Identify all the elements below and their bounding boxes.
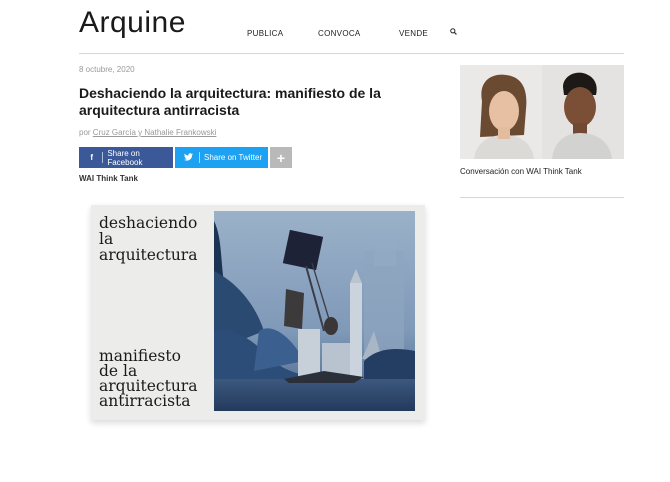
site-logo[interactable]: Arquine <box>79 6 186 40</box>
button-separator <box>102 152 104 163</box>
nav-publica[interactable]: PUBLICA <box>247 29 283 38</box>
nav-vende[interactable]: VENDE <box>399 29 428 38</box>
byline-prefix: por <box>79 128 91 137</box>
nav-convoca[interactable]: CONVOCA <box>318 29 361 38</box>
sidebar-photo[interactable] <box>460 65 624 159</box>
header-divider <box>79 53 624 54</box>
author-link[interactable]: Cruz García y Nathalie Frankowski <box>93 128 217 137</box>
cover-line: la <box>99 230 114 248</box>
cover-artwork <box>214 211 415 411</box>
article-title: Deshaciendo la arquitectura: manifiesto … <box>79 85 381 118</box>
article-cover-image: deshaciendo la arquitectura manifiesto d… <box>91 205 425 420</box>
search-icon[interactable] <box>450 28 457 35</box>
article-date: 8 octubre, 2020 <box>79 65 135 74</box>
share-twitter-button[interactable]: Share on Twitter <box>175 147 268 168</box>
cover-line: arquitectura <box>99 246 198 264</box>
sidebar-divider <box>460 197 624 198</box>
share-more-button[interactable]: + <box>270 147 292 168</box>
article-source: WAI Think Tank <box>79 174 138 183</box>
button-separator <box>199 152 200 163</box>
share-facebook-button[interactable]: f Share on Facebook <box>79 147 173 168</box>
share-facebook-label: Share on Facebook <box>107 148 143 167</box>
cover-line: deshaciendo <box>99 214 198 232</box>
byline: por Cruz García y Nathalie Frankowski <box>79 128 216 137</box>
sidebar-caption[interactable]: Conversación con WAI Think Tank <box>460 167 582 176</box>
share-twitter-label: Share on Twitter <box>204 153 263 162</box>
cover-line: antirracista <box>99 392 191 410</box>
twitter-icon <box>183 152 193 163</box>
facebook-icon: f <box>90 153 94 162</box>
